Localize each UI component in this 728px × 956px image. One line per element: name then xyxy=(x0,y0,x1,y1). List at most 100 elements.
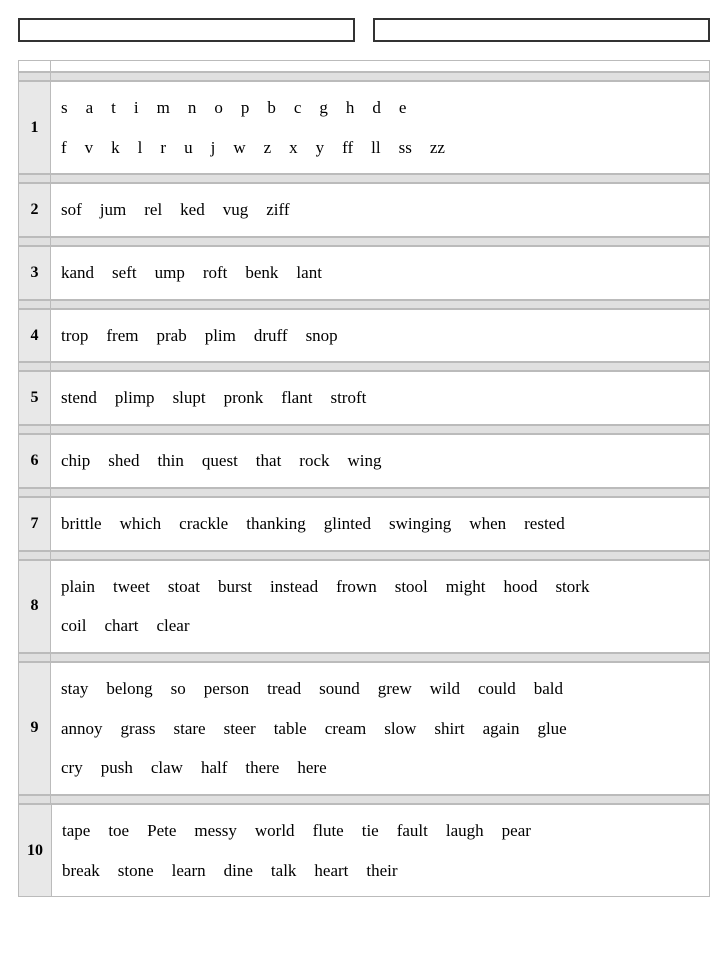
list-item: chip xyxy=(61,443,90,479)
content-cell-3: kandseftumproftbenklant xyxy=(51,247,710,300)
list-item: tie xyxy=(362,813,379,849)
list-item: p xyxy=(241,90,250,126)
list-item: grass xyxy=(121,711,156,747)
content-cell-10: tapetoePetemessyworldflutetiefaultlaughp… xyxy=(52,804,710,896)
list-item: coil xyxy=(61,608,87,644)
list-item: crackle xyxy=(179,506,228,542)
list-item: stay xyxy=(61,671,88,707)
content-cell-5: stendplimpsluptpronkflantstroft xyxy=(51,372,710,425)
words-line: satimnopbcghde xyxy=(61,90,699,126)
content-cell-2: sofjumrelkedvugziff xyxy=(51,184,710,237)
list-item: s xyxy=(61,90,68,126)
list-item: glue xyxy=(537,711,566,747)
list-item: could xyxy=(478,671,516,707)
list-item: flant xyxy=(281,380,312,416)
assessment-table xyxy=(18,60,710,72)
words-line: tropfremprabplimdruffsnop xyxy=(61,318,699,354)
list-item: g xyxy=(319,90,328,126)
list-item: shed xyxy=(108,443,139,479)
list-item: x xyxy=(289,130,298,166)
list-item: toe xyxy=(108,813,129,849)
list-item: tread xyxy=(267,671,301,707)
words-line: sofjumrelkedvugziff xyxy=(61,192,699,228)
list-item: zz xyxy=(430,130,445,166)
name-box[interactable] xyxy=(18,18,355,42)
list-item: stare xyxy=(174,711,206,747)
words-line: kandseftumproftbenklant xyxy=(61,255,699,291)
list-item: thin xyxy=(157,443,183,479)
words-line: staybelongsopersontreadsoundgrewwildcoul… xyxy=(61,671,699,707)
list-item: learn xyxy=(172,853,206,889)
list-item: pear xyxy=(502,813,531,849)
content-cell-4: tropfremprabplimdruffsnop xyxy=(51,309,710,362)
list-item: grew xyxy=(378,671,412,707)
row-num-2: 2 xyxy=(19,184,51,237)
list-item: glinted xyxy=(324,506,371,542)
list-item: so xyxy=(171,671,186,707)
row-num-4: 4 xyxy=(19,309,51,362)
list-item: chart xyxy=(105,608,139,644)
words-line: stendplimpsluptpronkflantstroft xyxy=(61,380,699,416)
list-item: instead xyxy=(270,569,318,605)
list-item: tweet xyxy=(113,569,150,605)
words-line: coilchartclear xyxy=(61,608,699,644)
content-cell-6: chipshedthinquestthatrockwing xyxy=(51,435,710,488)
list-item: k xyxy=(111,130,120,166)
list-item: rel xyxy=(144,192,162,228)
content-cell-1: satimnopbcghdefvklrujwzxyffllsszz xyxy=(51,82,710,174)
list-item: which xyxy=(120,506,162,542)
list-item: t xyxy=(111,90,116,126)
list-item: kand xyxy=(61,255,94,291)
row-10: 10tapetoePetemessyworldflutetiefaultlaug… xyxy=(18,804,710,897)
list-item: e xyxy=(399,90,407,126)
row-5: 5stendplimpsluptpronkflantstroft xyxy=(18,371,710,425)
words-line: chipshedthinquestthatrockwing xyxy=(61,443,699,479)
list-item: seft xyxy=(112,255,137,291)
list-item: stend xyxy=(61,380,97,416)
list-item: druff xyxy=(254,318,288,354)
list-item: person xyxy=(204,671,249,707)
list-item: Pete xyxy=(147,813,176,849)
row-8: 8plaintweetstoatburstinsteadfrownstoolmi… xyxy=(18,560,710,653)
list-item: sound xyxy=(319,671,360,707)
list-item: f xyxy=(61,130,67,166)
list-item: slupt xyxy=(173,380,206,416)
list-item: plimp xyxy=(115,380,155,416)
list-item: ked xyxy=(180,192,205,228)
list-item: laugh xyxy=(446,813,484,849)
list-item: frown xyxy=(336,569,377,605)
row-num-5: 5 xyxy=(19,372,51,425)
list-item: plain xyxy=(61,569,95,605)
row-num-9: 9 xyxy=(19,662,51,794)
words-line: plaintweetstoatburstinsteadfrownstoolmig… xyxy=(61,569,699,605)
list-item: jum xyxy=(100,192,126,228)
row-9: 9staybelongsopersontreadsoundgrewwildcou… xyxy=(18,662,710,795)
list-item: benk xyxy=(245,255,278,291)
list-item: l xyxy=(138,130,143,166)
row-4: 4 tropfremprabplimdruffsnop xyxy=(18,309,710,363)
list-item: brittle xyxy=(61,506,102,542)
list-item: claw xyxy=(151,750,183,786)
list-item: lant xyxy=(296,255,322,291)
list-item: messy xyxy=(194,813,237,849)
list-item: stork xyxy=(555,569,589,605)
row-6: 6chipshedthinquestthatrockwing xyxy=(18,434,710,488)
list-item: w xyxy=(233,130,245,166)
list-item: m xyxy=(157,90,170,126)
words-line: breakstonelearndinetalkhearttheir xyxy=(62,853,699,889)
list-item: there xyxy=(245,750,279,786)
row-num-1: 1 xyxy=(19,82,51,174)
list-item: push xyxy=(101,750,133,786)
list-item: frem xyxy=(106,318,138,354)
words-line: crypushclawhalftherehere xyxy=(61,750,699,786)
list-item: steer xyxy=(224,711,256,747)
list-item: bald xyxy=(534,671,563,707)
date-box[interactable] xyxy=(373,18,710,42)
list-item: stone xyxy=(118,853,154,889)
list-item: when xyxy=(469,506,506,542)
list-item: ss xyxy=(399,130,412,166)
list-item: roft xyxy=(203,255,228,291)
words-line: tapetoePetemessyworldflutetiefaultlaughp… xyxy=(62,813,699,849)
list-item: flute xyxy=(313,813,344,849)
list-item: rested xyxy=(524,506,565,542)
